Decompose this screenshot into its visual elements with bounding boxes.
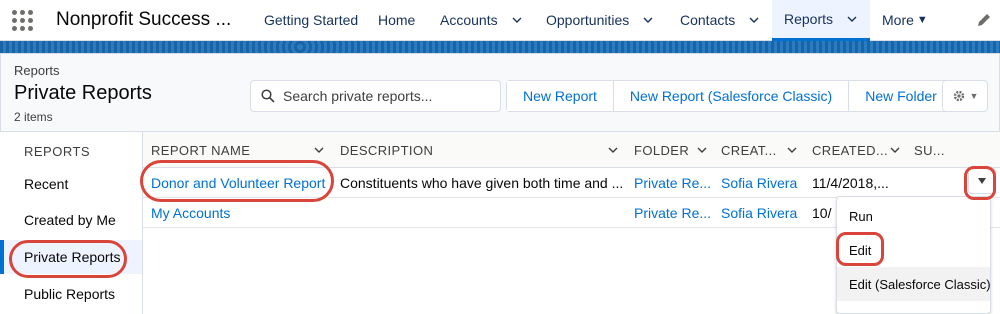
table-row: Donor and Volunteer Report Constituents … [143, 168, 1000, 198]
created-date: 11/4/2018,... [812, 175, 889, 191]
column-header-report-name[interactable]: REPORT NAME [151, 132, 250, 168]
new-report-classic-button[interactable]: New Report (Salesforce Classic) [613, 81, 850, 111]
sidebar-item-label: Recent [24, 176, 69, 192]
gear-icon [953, 90, 964, 102]
chevron-down-icon[interactable] [890, 145, 900, 155]
column-label: CREAT... [721, 142, 777, 158]
created-by-link[interactable]: Sofia Rivera [721, 168, 809, 198]
folder-link[interactable]: Private Re... [634, 168, 716, 198]
sidebar-item-label: Public Reports [24, 286, 116, 302]
caret-down-icon [978, 178, 986, 184]
menu-item-edit-classic[interactable]: Edit (Salesforce Classic) [837, 267, 991, 301]
column-header-subscribed[interactable]: SU... [914, 132, 945, 168]
new-report-button[interactable]: New Report [507, 81, 614, 111]
nav-label: Opportunities [546, 12, 630, 28]
settings-menu-button[interactable]: ▼ [942, 80, 988, 112]
column-label: REPORT NAME [151, 142, 251, 158]
column-header-folder[interactable]: FOLDER [634, 132, 689, 168]
edit-pencil-icon[interactable] [976, 12, 992, 28]
nav-label: Home [378, 12, 416, 28]
page-title: Private Reports [14, 82, 152, 104]
search-input[interactable] [283, 88, 483, 104]
caret-down-icon: ▼ [969, 91, 979, 101]
app-name: Nonprofit Success ... [56, 9, 232, 30]
sidebar-item-public-reports[interactable]: Public Reports [0, 277, 142, 311]
nav-reports[interactable]: Reports [772, 0, 870, 41]
chevron-down-icon[interactable] [749, 15, 759, 25]
nav-label: Getting Started [264, 12, 359, 28]
sidebar-item-label: Private Reports [24, 249, 121, 265]
sidebar-item-created-by-me[interactable]: Created by Me [0, 203, 142, 237]
column-label: SU... [914, 142, 945, 158]
top-nav: Nonprofit Success ... Getting Started Ho… [0, 0, 1000, 41]
breadcrumb[interactable]: Reports [14, 63, 60, 78]
chevron-down-icon[interactable] [608, 145, 618, 155]
sidebar-heading: REPORTS [24, 144, 91, 159]
column-label: CREATED... [812, 142, 888, 158]
chevron-down-icon[interactable] [512, 15, 522, 25]
reports-sidebar: REPORTS Recent Created by Me Private Rep… [0, 132, 143, 314]
row-actions-menu: Run Edit Edit (Salesforce Classic) [836, 196, 991, 314]
column-header-created-date[interactable]: CREATED... [812, 132, 888, 168]
report-name-link[interactable]: Donor and Volunteer Report [151, 168, 337, 198]
created-by-link[interactable]: Sofia Rivera [721, 198, 809, 228]
nav-home[interactable]: Home [366, 0, 428, 41]
search-box[interactable] [250, 80, 501, 112]
nav-label: Accounts [440, 12, 498, 28]
header-button-group: New Report New Report (Salesforce Classi… [506, 80, 954, 112]
sidebar-item-private-reports[interactable]: Private Reports [0, 240, 142, 274]
menu-item-label: Run [849, 208, 873, 224]
sidebar-item-recent[interactable]: Recent [0, 167, 142, 201]
decorative-banner [0, 41, 1000, 53]
menu-item-edit[interactable]: Edit [837, 233, 990, 267]
item-count: 2 items [14, 110, 53, 124]
column-label: DESCRIPTION [340, 142, 434, 158]
column-header-created-by[interactable]: CREAT... [721, 132, 777, 168]
nav-more[interactable]: More ▼ [870, 0, 940, 41]
menu-item-label: Edit (Salesforce Classic) [849, 276, 991, 292]
report-name-link[interactable]: My Accounts [151, 198, 337, 228]
report-description: Constituents who have given both time an… [340, 175, 624, 191]
row-actions-button[interactable] [968, 168, 996, 194]
nav-getting-started[interactable]: Getting Started [252, 0, 366, 41]
chevron-down-icon[interactable] [697, 145, 707, 155]
nav-label: Contacts [680, 12, 736, 28]
nav-more-label: More [882, 12, 914, 28]
sidebar-item-label: Created by Me [24, 212, 116, 228]
caret-down-icon: ▼ [916, 14, 928, 26]
nav-contacts[interactable]: Contacts [668, 0, 772, 41]
column-header-description[interactable]: DESCRIPTION [340, 132, 433, 168]
menu-item-label: Edit [849, 242, 872, 258]
app-launcher-icon[interactable] [0, 0, 44, 41]
chevron-down-icon[interactable] [787, 145, 797, 155]
nav-accounts[interactable]: Accounts [428, 0, 534, 41]
table-header: REPORT NAME DESCRIPTION FOLDER CREAT... … [143, 132, 1000, 168]
chevron-down-icon[interactable] [314, 145, 324, 155]
nav-opportunities[interactable]: Opportunities [534, 0, 668, 41]
nav-label: Reports [784, 10, 834, 27]
folder-link[interactable]: Private Re... [634, 198, 716, 228]
chevron-down-icon[interactable] [847, 14, 857, 24]
report-description [340, 198, 628, 228]
new-folder-button[interactable]: New Folder [849, 81, 953, 111]
column-label: FOLDER [634, 142, 690, 158]
page-header: Reports Private Reports 2 items New Repo… [0, 53, 1000, 132]
search-icon [261, 89, 275, 103]
chevron-down-icon[interactable] [643, 15, 653, 25]
menu-item-run[interactable]: Run [837, 199, 990, 233]
